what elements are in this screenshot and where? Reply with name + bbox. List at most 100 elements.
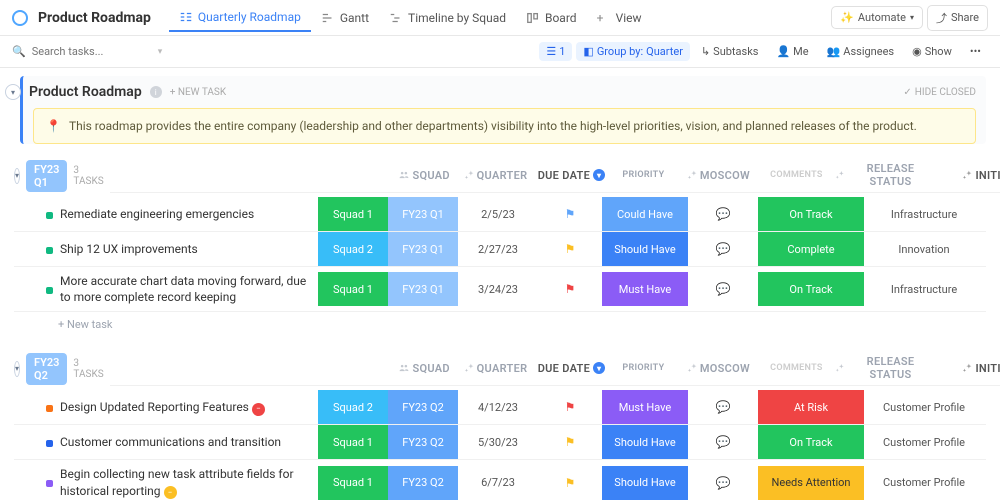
moscow-cell[interactable]: Must Have	[602, 272, 688, 306]
info-icon[interactable]: i	[150, 86, 162, 98]
release-cell[interactable]: On Track	[758, 197, 864, 231]
comments-cell[interactable]: 💬	[688, 282, 758, 296]
due-cell[interactable]: 3/24/23	[458, 283, 538, 296]
release-cell[interactable]: On Track	[758, 425, 864, 459]
filter-button[interactable]: ☰1	[539, 42, 572, 61]
squad-cell[interactable]: Squad 2	[318, 232, 388, 266]
col-priority[interactable]: PRIORITY	[611, 170, 675, 180]
initiative-cell[interactable]: Customer Profile	[864, 476, 984, 489]
col-comments[interactable]: COMMENTS	[761, 170, 831, 180]
tab-gantt[interactable]: Gantt	[311, 4, 379, 32]
release-cell[interactable]: On Track	[758, 272, 864, 306]
priority-cell[interactable]: ⚑	[538, 435, 602, 449]
due-cell[interactable]: 6/7/23	[458, 476, 538, 489]
moscow-cell[interactable]: Must Have	[602, 390, 688, 424]
table-row[interactable]: Begin collecting new task attribute fiel…	[14, 460, 986, 500]
new-task-button[interactable]: + NEW TASK	[170, 87, 226, 98]
col-quarter[interactable]: QUARTER	[460, 351, 532, 385]
squad-cell[interactable]: Squad 1	[318, 197, 388, 231]
quarter-cell[interactable]: FY23 Q1	[388, 272, 458, 306]
search-field[interactable]: 🔍 ▾	[12, 45, 535, 58]
squad-cell[interactable]: Squad 1	[318, 466, 388, 500]
col-initiative[interactable]: INITIATIVE	[937, 169, 1000, 182]
col-squad[interactable]: SQUAD	[390, 351, 460, 385]
table-row[interactable]: More accurate chart data moving forward,…	[14, 267, 986, 312]
priority-cell[interactable]: ⚑	[538, 476, 602, 490]
show-button[interactable]: ◉Show	[905, 42, 959, 61]
task-name-cell[interactable]: Begin collecting new task attribute fiel…	[38, 460, 318, 500]
moscow-cell[interactable]: Should Have	[602, 425, 688, 459]
comments-cell[interactable]: 💬	[688, 207, 758, 221]
task-name-cell[interactable]: Customer communications and transition	[38, 428, 318, 456]
collapse-lane-icon[interactable]: ▾	[5, 84, 21, 100]
share-button[interactable]: ⤴Share	[927, 5, 988, 31]
release-cell[interactable]: Needs Attention	[758, 466, 864, 500]
tab-timeline-by-squad[interactable]: Timeline by Squad	[379, 4, 516, 32]
col-priority[interactable]: PRIORITY	[611, 363, 675, 373]
table-row[interactable]: Ship 12 UX improvements Squad 2FY23 Q12/…	[14, 232, 986, 267]
collapse-group-icon[interactable]: ▾	[14, 168, 20, 184]
col-moscow[interactable]: MOSCOW	[675, 351, 761, 385]
col-due[interactable]: DUE DATE▾	[531, 362, 611, 375]
group-by-button[interactable]: ◧Group by:Quarter	[576, 42, 690, 61]
release-cell[interactable]: Complete	[758, 232, 864, 266]
chevron-down-icon[interactable]: ▾	[158, 47, 163, 57]
priority-cell[interactable]: ⚑	[538, 282, 602, 296]
task-name-cell[interactable]: Design Updated Reporting Features −	[38, 393, 318, 422]
group-badge[interactable]: FY23 Q2	[26, 353, 67, 385]
initiative-cell[interactable]: Customer Profile	[864, 436, 984, 449]
col-release[interactable]: RELEASE STATUS	[831, 351, 937, 385]
release-cell[interactable]: At Risk	[758, 390, 864, 424]
col-squad[interactable]: SQUAD	[390, 158, 460, 192]
table-row[interactable]: Design Updated Reporting Features −Squad…	[14, 390, 986, 425]
col-due[interactable]: DUE DATE▾	[531, 169, 611, 182]
comments-cell[interactable]: 💬	[688, 400, 758, 414]
initiative-cell[interactable]: Infrastructure	[864, 283, 984, 296]
moscow-cell[interactable]: Could Have	[602, 197, 688, 231]
initiative-cell[interactable]: Infrastructure	[864, 208, 984, 221]
more-button[interactable]: •••	[963, 42, 988, 61]
hide-closed-button[interactable]: ✓HIDE CLOSED	[903, 87, 976, 98]
quarter-cell[interactable]: FY23 Q2	[388, 466, 458, 500]
due-cell[interactable]: 2/5/23	[458, 208, 538, 221]
tab-board[interactable]: Board	[516, 4, 587, 32]
quarter-cell[interactable]: FY23 Q1	[388, 232, 458, 266]
initiative-cell[interactable]: Innovation	[864, 243, 984, 256]
priority-cell[interactable]: ⚑	[538, 207, 602, 221]
collapse-group-icon[interactable]: ▾	[14, 361, 20, 377]
group-badge[interactable]: FY23 Q1	[26, 160, 67, 192]
due-cell[interactable]: 2/27/23	[458, 243, 538, 256]
col-comments[interactable]: COMMENTS	[761, 363, 831, 373]
col-initiative[interactable]: INITIATIVE	[937, 362, 1000, 375]
automate-button[interactable]: ✨Automate▾	[831, 6, 923, 29]
comments-cell[interactable]: 💬	[688, 242, 758, 256]
comments-cell[interactable]: 💬	[688, 476, 758, 490]
moscow-cell[interactable]: Should Have	[602, 232, 688, 266]
new-task-row[interactable]: + New task	[38, 312, 986, 337]
quarter-cell[interactable]: FY23 Q2	[388, 425, 458, 459]
due-cell[interactable]: 5/30/23	[458, 436, 538, 449]
comments-cell[interactable]: 💬	[688, 435, 758, 449]
col-release[interactable]: RELEASE STATUS	[831, 158, 937, 192]
task-name-cell[interactable]: Ship 12 UX improvements	[38, 235, 318, 263]
col-moscow[interactable]: MOSCOW	[675, 158, 761, 192]
search-input[interactable]	[32, 45, 152, 58]
subtasks-button[interactable]: ↳Subtasks	[694, 42, 766, 61]
squad-cell[interactable]: Squad 2	[318, 390, 388, 424]
squad-cell[interactable]: Squad 1	[318, 272, 388, 306]
moscow-cell[interactable]: Should Have	[602, 466, 688, 500]
quarter-cell[interactable]: FY23 Q1	[388, 197, 458, 231]
col-quarter[interactable]: QUARTER	[460, 158, 532, 192]
me-button[interactable]: 👤Me	[769, 42, 815, 61]
table-row[interactable]: Customer communications and transition S…	[14, 425, 986, 460]
table-row[interactable]: Remediate engineering emergencies Squad …	[14, 197, 986, 232]
tab-quarterly-roadmap[interactable]: Quarterly Roadmap	[169, 4, 311, 32]
priority-cell[interactable]: ⚑	[538, 400, 602, 414]
due-cell[interactable]: 4/12/23	[458, 401, 538, 414]
squad-cell[interactable]: Squad 1	[318, 425, 388, 459]
quarter-cell[interactable]: FY23 Q2	[388, 390, 458, 424]
initiative-cell[interactable]: Customer Profile	[864, 401, 984, 414]
task-name-cell[interactable]: Remediate engineering emergencies	[38, 200, 318, 228]
tab-view[interactable]: +View	[587, 4, 652, 32]
task-name-cell[interactable]: More accurate chart data moving forward,…	[38, 267, 318, 311]
